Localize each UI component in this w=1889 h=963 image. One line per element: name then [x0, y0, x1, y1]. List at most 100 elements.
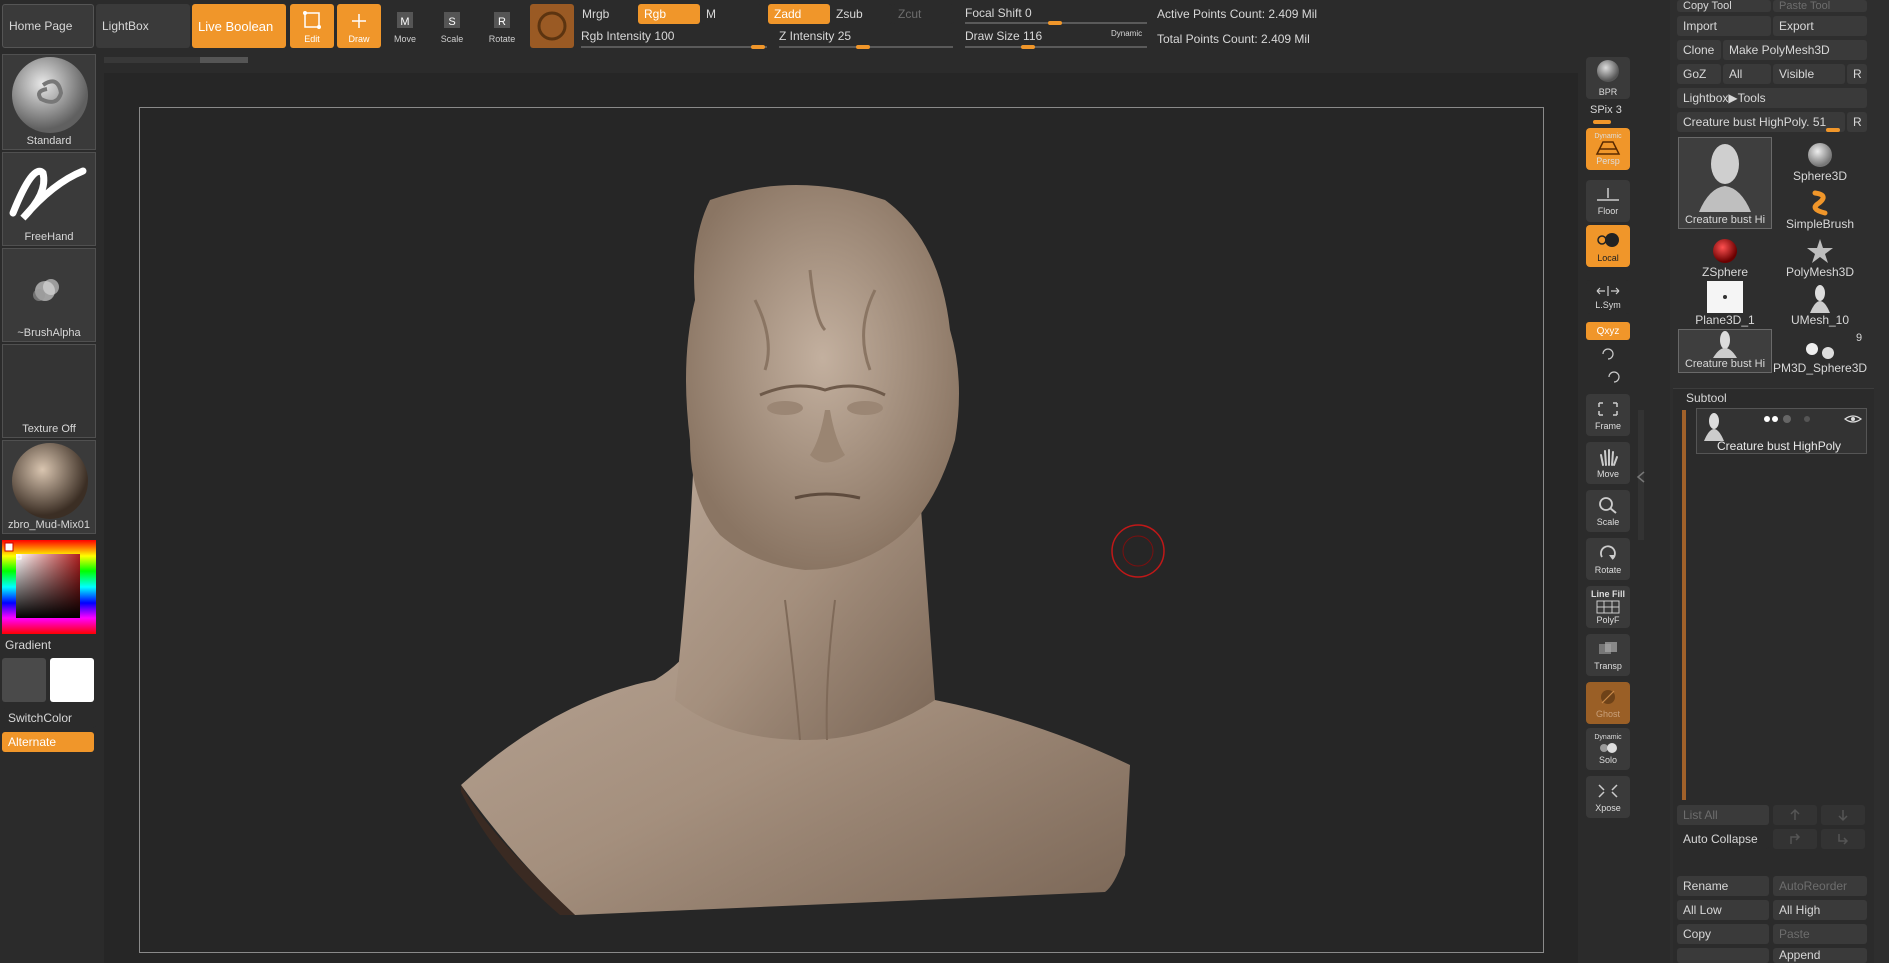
rotate-z-icon[interactable] [1606, 369, 1622, 385]
subtool-header[interactable]: Subtool [1686, 391, 1727, 405]
transp-button[interactable]: Transp [1586, 634, 1630, 676]
all-button[interactable]: All [1723, 64, 1771, 84]
creature-thumb-icon [1699, 144, 1751, 212]
live-boolean-button[interactable]: Live Boolean [192, 4, 286, 48]
xyz-button[interactable]: Qxyz [1586, 322, 1630, 340]
goz-button[interactable]: GoZ [1677, 64, 1721, 84]
mrgb-button[interactable]: Mrgb [576, 4, 638, 24]
focal-shift-knob[interactable] [1048, 21, 1062, 25]
auto-reorder-button[interactable]: AutoReorder [1773, 876, 1867, 896]
canvas-scrollbar[interactable] [104, 57, 248, 63]
make-polymesh-button[interactable]: Make PolyMesh3D [1723, 40, 1867, 60]
material-swatch-button[interactable] [530, 4, 574, 48]
current-tool-slider[interactable]: Creature bust HighPoly. 51 [1677, 112, 1845, 132]
rotate-view-button[interactable]: Rotate [1586, 538, 1630, 580]
move-up-subtool-button[interactable] [1773, 829, 1817, 849]
auto-collapse-button[interactable]: Auto Collapse [1677, 829, 1769, 849]
polyf-button[interactable]: Line Fill PolyF [1586, 586, 1630, 628]
current-tool-knob[interactable] [1826, 128, 1840, 132]
rgb-intensity-slider[interactable] [581, 46, 767, 48]
frame-button[interactable]: Frame [1586, 394, 1630, 436]
color-picker-icon [2, 540, 96, 634]
rgb-button[interactable]: Rgb [638, 4, 700, 24]
persp-button[interactable]: Dynamic Persp [1586, 128, 1630, 170]
home-page-button[interactable]: Home Page [2, 4, 94, 48]
spix-label[interactable]: SPix 3 [1590, 104, 1622, 116]
tool-thumb-creature-active[interactable]: Creature bust Hi [1678, 137, 1772, 229]
subtool-scrollbar[interactable] [1682, 410, 1686, 800]
main-color-swatch[interactable] [2, 658, 46, 702]
copy-button[interactable]: Copy [1677, 924, 1769, 944]
rename-button[interactable]: Rename [1677, 876, 1769, 896]
tool-plane3d[interactable]: Plane3D_1 [1678, 281, 1772, 327]
move-down-button[interactable] [1821, 805, 1865, 825]
bpr-button[interactable]: BPR [1586, 57, 1630, 99]
move-button[interactable]: M Move [383, 4, 427, 48]
subtool-visibility-icons[interactable] [1745, 413, 1865, 425]
zadd-button[interactable]: Zadd [768, 4, 830, 24]
m-button[interactable]: M [700, 4, 762, 24]
lightbox-button[interactable]: LightBox [96, 4, 190, 48]
lsym-button[interactable]: L.Sym [1586, 280, 1630, 314]
rotate-button[interactable]: R Rotate [480, 4, 524, 48]
move-up-button[interactable] [1773, 805, 1817, 825]
tool-polymesh3d[interactable]: PolyMesh3D [1773, 233, 1867, 279]
tool-thumb-creature-2[interactable]: Creature bust Hi [1678, 329, 1772, 373]
blank-button[interactable] [1677, 948, 1769, 963]
import-button[interactable]: Import [1677, 16, 1771, 36]
dynamic-label[interactable]: Dynamic [1111, 29, 1142, 38]
all-low-button[interactable]: All Low [1677, 900, 1769, 920]
tool-simplebrush[interactable]: SimpleBrush [1773, 185, 1867, 231]
spix-slider-knob[interactable] [1593, 120, 1611, 124]
brush-tile[interactable]: Standard [2, 54, 96, 150]
move-down-subtool-button[interactable] [1821, 829, 1865, 849]
export-button[interactable]: Export [1773, 16, 1867, 36]
paste-tool-button[interactable]: Paste Tool [1773, 0, 1867, 12]
r-button[interactable]: R [1847, 64, 1867, 84]
texture-tile[interactable]: Texture Off [2, 344, 96, 438]
rotate-view-icon [1600, 545, 1616, 560]
gradient-label[interactable]: Gradient [5, 638, 51, 652]
list-all-button[interactable]: List All [1677, 805, 1769, 825]
canvas-scroll-thumb[interactable] [200, 57, 248, 63]
scale-button[interactable]: S Scale [430, 4, 474, 48]
move-view-button[interactable]: Move [1586, 442, 1630, 484]
r2-button[interactable]: R [1847, 112, 1867, 132]
tool-zsphere[interactable]: ZSphere [1678, 233, 1772, 279]
sculpt-model[interactable] [455, 180, 1135, 920]
xpose-button[interactable]: Xpose [1586, 776, 1630, 818]
lightbox-tools-button[interactable]: Lightbox▶Tools [1677, 88, 1867, 108]
ghost-button[interactable]: Ghost [1586, 682, 1630, 724]
draw-size-slider[interactable] [965, 46, 1147, 48]
draw-button[interactable]: Draw [337, 4, 381, 48]
z-intensity-knob[interactable] [856, 45, 870, 49]
rotate-y-icon[interactable] [1600, 346, 1616, 362]
zcut-button[interactable]: Zcut [892, 4, 954, 24]
copy-tool-button[interactable]: Copy Tool [1677, 0, 1771, 12]
solo-button[interactable]: Dynamic Solo [1586, 728, 1630, 770]
alternate-button[interactable]: Alternate [2, 732, 94, 752]
subtool-item[interactable]: Creature bust HighPoly [1696, 408, 1867, 454]
collapse-arrow-icon[interactable] [1636, 470, 1646, 484]
material-tile[interactable]: zbro_Mud-Mix01 [2, 440, 96, 534]
all-high-button[interactable]: All High [1773, 900, 1867, 920]
secondary-color-swatch[interactable] [50, 658, 94, 702]
local-button[interactable]: Local [1586, 225, 1630, 267]
switch-color-button[interactable]: SwitchColor [2, 708, 96, 728]
alpha-tile[interactable]: ~BrushAlpha [2, 248, 96, 342]
tool-pm3d-sphere[interactable]: PM3D_Sphere3D [1773, 329, 1867, 375]
append-button[interactable]: Append [1773, 948, 1867, 963]
floor-button[interactable]: Floor [1586, 180, 1630, 222]
clone-button[interactable]: Clone [1677, 40, 1721, 60]
tool-umesh[interactable]: UMesh_10 [1773, 281, 1867, 327]
tool-sphere3d[interactable]: Sphere3D [1773, 137, 1867, 183]
draw-size-knob[interactable] [1021, 45, 1035, 49]
rgb-intensity-knob[interactable] [751, 45, 765, 49]
scale-view-button[interactable]: Scale [1586, 490, 1630, 532]
visible-button[interactable]: Visible [1773, 64, 1845, 84]
color-picker[interactable] [2, 540, 96, 634]
zsub-button[interactable]: Zsub [830, 4, 892, 24]
stroke-tile[interactable]: FreeHand [2, 152, 96, 246]
paste-button[interactable]: Paste [1773, 924, 1867, 944]
edit-button[interactable]: Edit [290, 4, 334, 48]
